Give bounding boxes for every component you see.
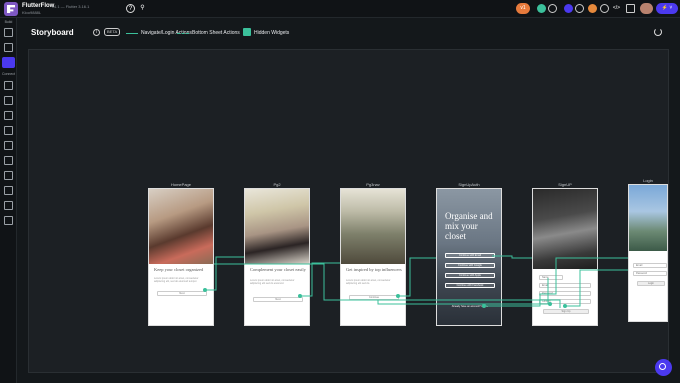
- connector-dot: [482, 304, 486, 308]
- test-icon[interactable]: [4, 186, 13, 195]
- page-label-login: Login: [643, 178, 653, 183]
- hero-image: [629, 185, 667, 251]
- open-external-icon[interactable]: [626, 4, 635, 13]
- search-icon: [659, 363, 666, 370]
- project-name[interactable]: Kloo9888L: [22, 10, 41, 15]
- bottom-sheet-legend-line: [177, 33, 189, 34]
- password-field[interactable]: Password: [539, 291, 591, 296]
- hero-image: [341, 189, 405, 264]
- warnings-icon[interactable]: [588, 4, 597, 13]
- api-calls-icon[interactable]: [4, 96, 13, 105]
- page-title: Storyboard: [31, 28, 74, 37]
- version-chip[interactable]: v1: [516, 3, 530, 14]
- app-state-icon[interactable]: [4, 111, 13, 120]
- page-label-pg2: Pg2: [273, 182, 281, 187]
- agents-icon[interactable]: [4, 201, 13, 210]
- pages-icon[interactable]: [4, 28, 13, 37]
- custom-code-icon[interactable]: [4, 126, 13, 135]
- app-version: v4.1 — Flutter 3.16.1: [52, 4, 90, 9]
- email-field[interactable]: Email: [539, 283, 591, 288]
- page-preview-homepage[interactable]: Keep your closet organized Lorem ipsum d…: [148, 188, 214, 326]
- page-headline: Organise and mix your closet: [445, 211, 493, 241]
- flutterflow-logo: [4, 2, 18, 16]
- connector-dot: [548, 302, 552, 306]
- notification-icon[interactable]: [564, 4, 573, 13]
- bottom-sheet-legend-label: Bottom Sheet Actions: [192, 30, 240, 36]
- password-field[interactable]: Password: [633, 271, 667, 276]
- page-headline: Get inspired by top influencers: [346, 267, 402, 272]
- email-field[interactable]: Email: [633, 263, 667, 268]
- connect-label: Connect: [1, 72, 16, 76]
- flag-icon[interactable]: [4, 156, 13, 165]
- next-button[interactable]: Next: [157, 291, 207, 296]
- continue-facebook-button[interactable]: Continue with Facebook: [445, 283, 495, 288]
- app-name: FlutterFlow: [22, 3, 55, 9]
- page-headline: Complement your closet easily: [250, 267, 306, 272]
- settings-icon[interactable]: [4, 216, 13, 225]
- name-field[interactable]: Name: [539, 275, 563, 280]
- page-preview-pg3[interactable]: Get inspired by top influencers Lorem ip…: [340, 188, 406, 326]
- page-label-signup: SignUP: [558, 182, 572, 187]
- connector-dot: [203, 288, 207, 292]
- hidden-widgets-label: Hidden Widgets: [254, 30, 290, 36]
- status-icon[interactable]: [537, 4, 546, 13]
- code-icon[interactable]: </>: [612, 4, 621, 13]
- search-fab[interactable]: [655, 359, 672, 376]
- collaborators-icon[interactable]: [548, 4, 557, 13]
- settings-icon[interactable]: [575, 4, 584, 13]
- left-sidebar: Build Connect: [0, 18, 17, 383]
- page-body-text: Lorem ipsum dolor sit amet, consectetur …: [154, 277, 199, 283]
- page-preview-pg2[interactable]: Complement your closet easily Lorem ipsu…: [244, 188, 310, 326]
- page-preview-signupauth[interactable]: Organise and mix your closet Continue wi…: [436, 188, 502, 326]
- help-icon[interactable]: ?: [126, 4, 135, 13]
- storyboard-icon[interactable]: [2, 57, 15, 68]
- media-assets-icon[interactable]: [4, 141, 13, 150]
- login-link[interactable]: Already have an account? Log in: [443, 305, 497, 308]
- page-label-homepage: HomePage: [170, 182, 191, 187]
- next-button[interactable]: Next: [253, 297, 303, 302]
- page-label-signupauth: SignUpAuth: [458, 182, 480, 187]
- user-avatar[interactable]: [640, 3, 653, 14]
- widget-tree-icon[interactable]: [4, 43, 13, 52]
- page-headline: Keep your closet organized: [154, 267, 204, 272]
- page-body-text: Lorem ipsum dolor sit amet, consectetur …: [250, 279, 295, 285]
- info-icon[interactable]: i: [93, 29, 100, 36]
- refresh-icon[interactable]: [654, 28, 662, 36]
- page-body-text: Lorem ipsum dolor sit amet, consectetur …: [346, 279, 391, 285]
- continue-apple-button[interactable]: Continue with Apple: [445, 273, 495, 278]
- hero-image: [149, 189, 213, 264]
- preview-icon[interactable]: [600, 4, 609, 13]
- signup-button[interactable]: Sign Up: [543, 309, 589, 314]
- build-label: Build: [4, 20, 13, 24]
- continue-google-button[interactable]: Continue with Google: [445, 263, 495, 268]
- continue-email-button[interactable]: Continue with Email: [445, 253, 495, 258]
- storyboard-header: Storyboard i BETA Navigate/Login Actions…: [17, 18, 680, 48]
- connector-dot: [298, 294, 302, 298]
- continue-button[interactable]: Continue: [349, 295, 399, 300]
- hero-image: [533, 189, 597, 269]
- cloud-icon[interactable]: [4, 171, 13, 180]
- hero-image: [245, 189, 309, 264]
- nav-legend-line: [126, 33, 138, 34]
- beta-badge: BETA: [104, 28, 121, 36]
- firestore-icon[interactable]: [4, 81, 13, 90]
- login-button[interactable]: Login: [637, 281, 665, 286]
- page-label-pg3: Pg3nav: [366, 182, 380, 187]
- page-preview-login[interactable]: Email Password Login: [628, 184, 668, 322]
- connector-dot: [563, 304, 567, 308]
- top-bar: FlutterFlow v4.1 — Flutter 3.16.1 Kloo98…: [0, 0, 680, 18]
- search-icon[interactable]: ⚲: [138, 4, 147, 13]
- hidden-widgets-toggle[interactable]: [243, 28, 251, 36]
- run-menu-button[interactable]: ⚡ ˅: [656, 3, 678, 14]
- connector-dot: [396, 294, 400, 298]
